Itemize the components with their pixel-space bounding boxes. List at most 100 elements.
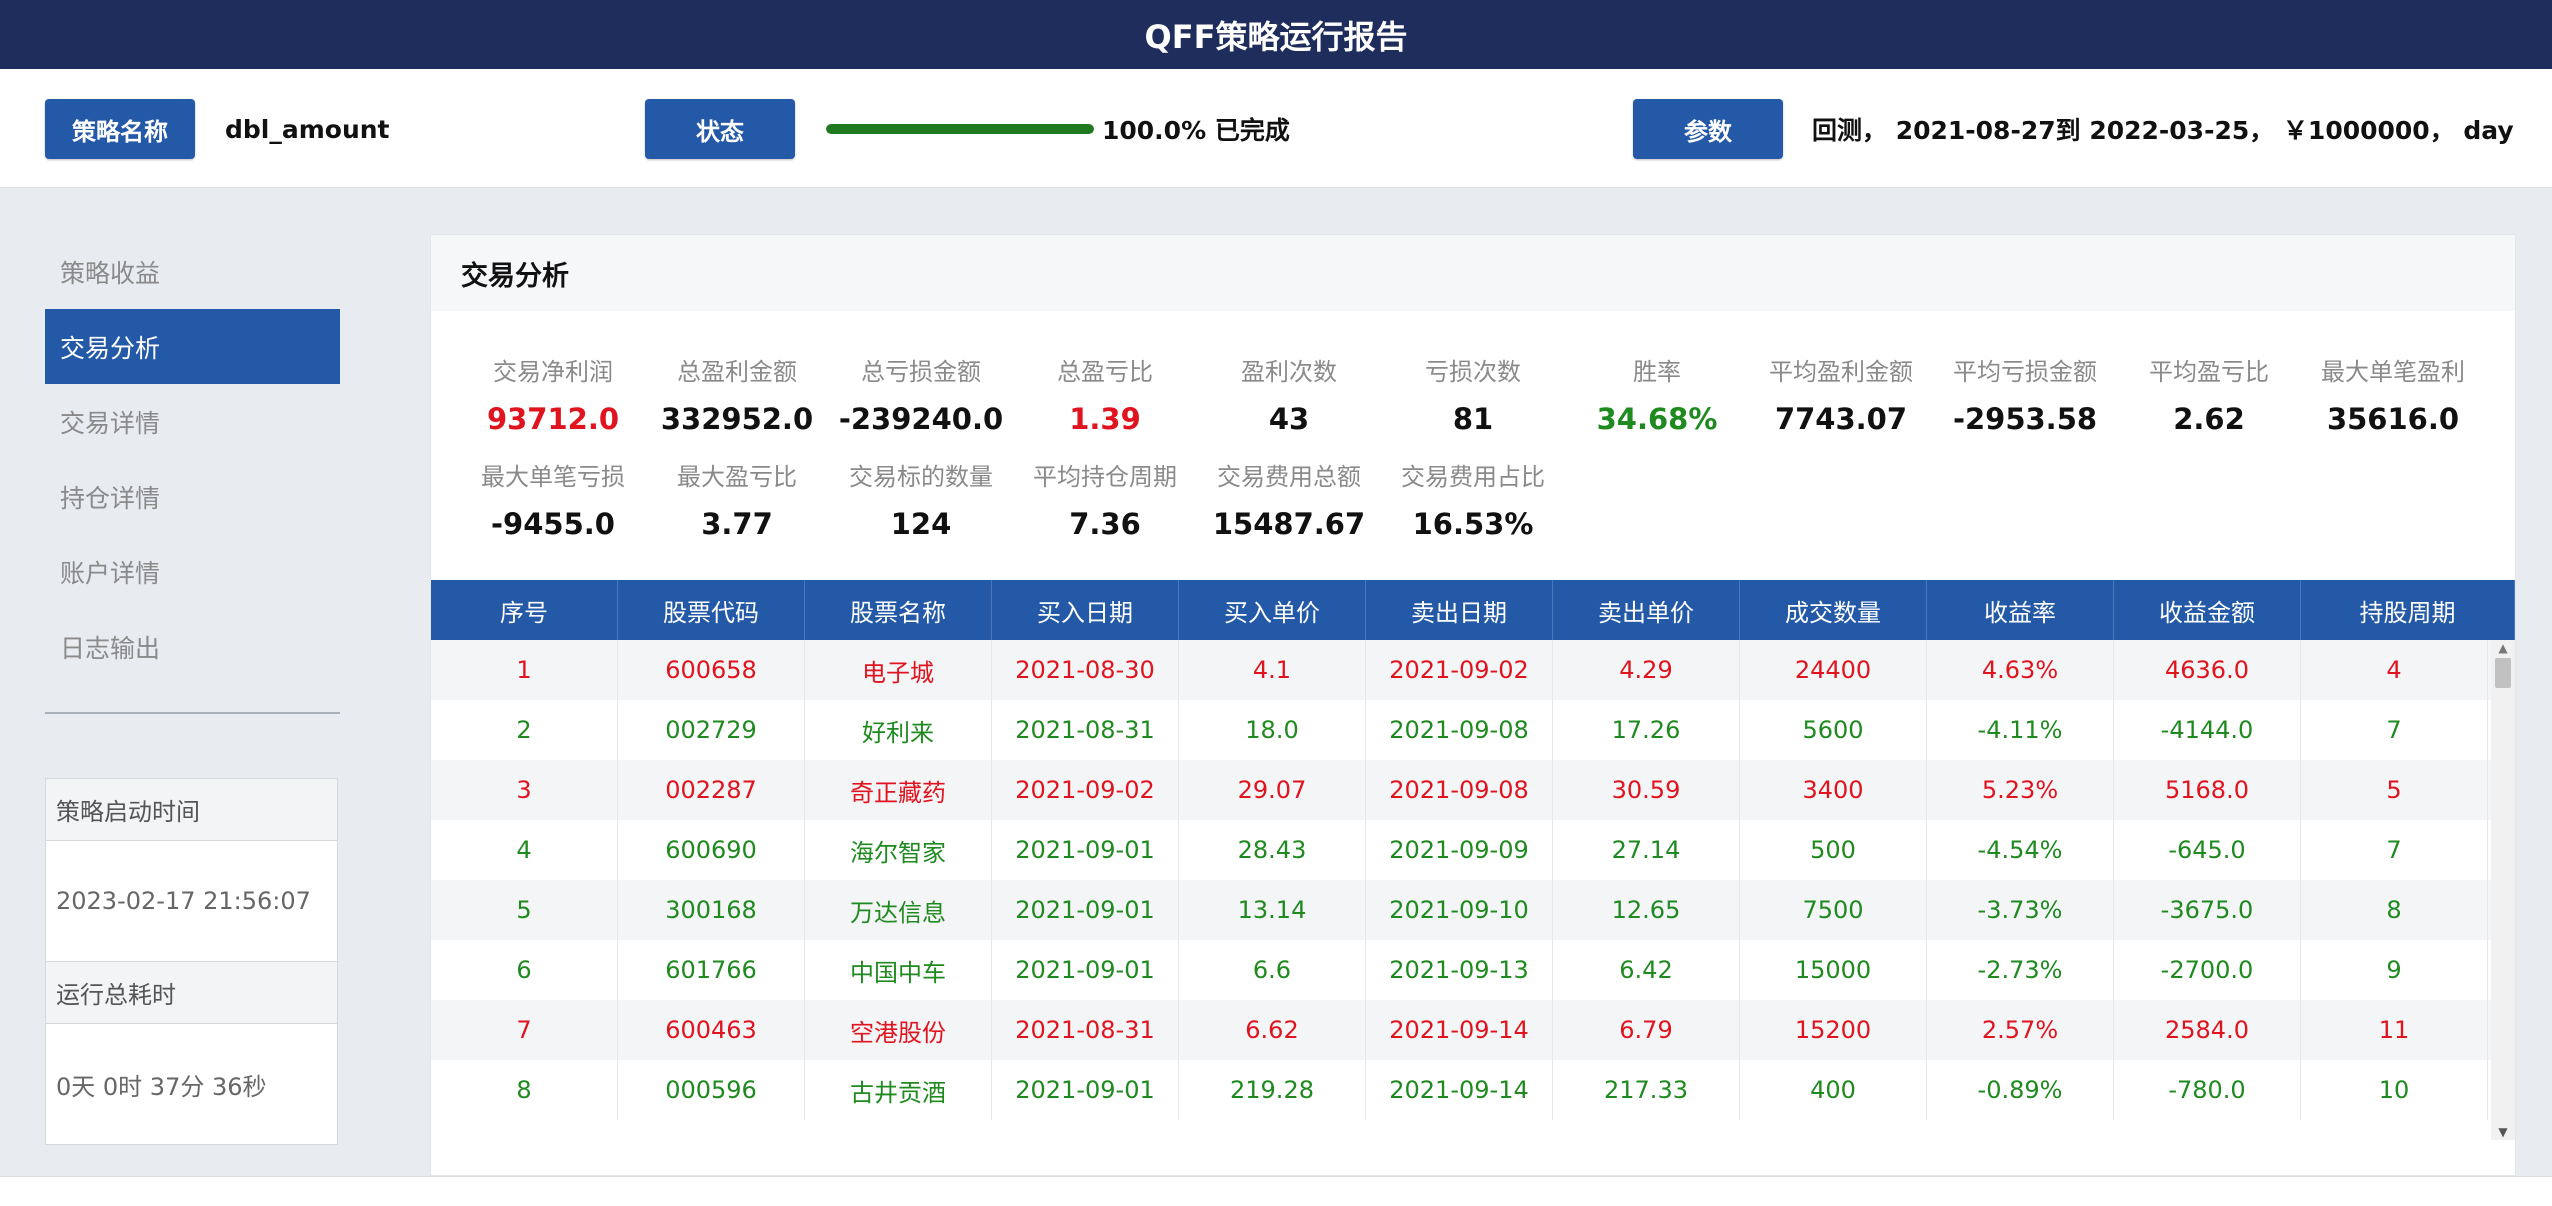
duration-box: 运行总耗时 0天 0时 37分 36秒 [45, 961, 338, 1145]
table-cell: -0.89% [1927, 1060, 2114, 1120]
table-row[interactable]: 2 002729 好利来 2021-08-31 18.0 2021-09-08 17.26 5… [431, 700, 2491, 760]
table-cell: 2021-08-30 [992, 640, 1179, 700]
scroll-down-arrow-icon[interactable]: ▼ [2491, 1124, 2515, 1140]
table-cell: 13.14 [1179, 880, 1366, 940]
table-row[interactable]: 3 002287 奇正藏药 2021-09-02 29.07 2021-09-08 30.5… [431, 760, 2491, 820]
stat-value: 34.68% [1596, 402, 1718, 436]
sidebar-item-strategy-returns[interactable]: 策略收益 [45, 234, 340, 309]
sidebar-item-position-details[interactable]: 持仓详情 [45, 459, 340, 534]
table-row[interactable]: 1 600658 电子城 2021-08-30 4.1 2021-09-02 4.29 244… [431, 640, 2491, 700]
stat-value: 7.36 [1069, 507, 1141, 541]
column-header[interactable]: 股票名称 [805, 580, 992, 640]
table-cell: 2021-09-01 [992, 940, 1179, 1000]
table-row[interactable]: 5 300168 万达信息 2021-09-01 13.14 2021-09-10 12.6… [431, 880, 2491, 940]
stat-label: 平均亏损金额 [1953, 358, 2097, 386]
stat-item: 交易费用占比 16.53% [1383, 460, 1563, 546]
table-cell: 219.28 [1179, 1060, 1366, 1120]
column-header[interactable]: 卖出日期 [1366, 580, 1553, 640]
strategy-name-value: dbl_amount [225, 114, 390, 144]
table-scrollbar[interactable]: ▲ ▼ [2491, 640, 2515, 1140]
stat-label: 亏损次数 [1425, 358, 1521, 386]
table-cell: 5600 [1740, 700, 1927, 760]
stat-item: 盈利次数 43 [1199, 355, 1379, 441]
table-cell: 7500 [1740, 880, 1927, 940]
table-cell: 5.23% [1927, 760, 2114, 820]
panel-title: 交易分析 [431, 235, 2515, 311]
sidebar-divider [45, 712, 340, 714]
stat-item: 总亏损金额 -239240.0 [831, 355, 1011, 441]
column-header[interactable]: 收益率 [1927, 580, 2114, 640]
stat-value: 15487.67 [1212, 507, 1366, 541]
table-cell: 8 [2301, 880, 2488, 940]
table-cell: 2021-09-13 [1366, 940, 1553, 1000]
table-cell: 2021-09-01 [992, 880, 1179, 940]
stat-value: 3.77 [701, 507, 773, 541]
table-cell: 24400 [1740, 640, 1927, 700]
stat-value: 43 [1268, 402, 1310, 436]
stat-label: 交易费用占比 [1401, 463, 1545, 491]
column-header[interactable]: 买入日期 [992, 580, 1179, 640]
stat-label: 交易净利润 [493, 358, 613, 386]
status-text: 100.0% 已完成 [1102, 116, 1290, 145]
stat-label: 最大盈亏比 [677, 463, 797, 491]
strategy-name-label: 策略名称 [45, 99, 195, 159]
sidebar-item-account-details[interactable]: 账户详情 [45, 534, 340, 609]
scroll-thumb[interactable] [2495, 658, 2511, 688]
page-title: QFF策略运行报告 [0, 0, 2552, 69]
stat-item: 平均亏损金额 -2953.58 [1935, 355, 2115, 441]
table-cell: -780.0 [2114, 1060, 2301, 1120]
table-cell: 7 [2301, 820, 2488, 880]
column-header[interactable]: 买入单价 [1179, 580, 1366, 640]
table-cell: 30.59 [1553, 760, 1740, 820]
table-cell: 2021-09-10 [1366, 880, 1553, 940]
sidebar-item-log-output[interactable]: 日志输出 [45, 609, 340, 684]
table-cell: -4.11% [1927, 700, 2114, 760]
table-row[interactable]: 4 600690 海尔智家 2021-09-01 28.43 2021-09-09 27.1… [431, 820, 2491, 880]
stat-item: 交易费用总额 15487.67 [1199, 460, 1379, 546]
params-text: 回测， 2021-08-27到 2022-03-25， ￥1000000， da… [1812, 116, 2514, 145]
table-header: 序号 股票代码 股票名称 买入日期 买入单价 卖出日期 卖出单价 成交数量 收益率 收益金额 持股周… [431, 580, 2515, 640]
stat-item: 平均持仓周期 7.36 [1015, 460, 1195, 546]
stat-value: 124 [890, 507, 952, 541]
scroll-up-arrow-icon[interactable]: ▲ [2491, 640, 2515, 656]
table-cell: 空港股份 [805, 1000, 992, 1060]
table-cell: 2021-08-31 [992, 700, 1179, 760]
stat-label: 总盈亏比 [1057, 358, 1153, 386]
sidebar-item-trade-details[interactable]: 交易详情 [45, 384, 340, 459]
duration-label: 运行总耗时 [46, 962, 337, 1024]
table-row[interactable]: 8 000596 古井贡酒 2021-09-01 219.28 2021-09-14 217… [431, 1060, 2491, 1120]
table-cell: 2021-09-08 [1366, 760, 1553, 820]
sidebar-item-trade-analysis[interactable]: 交易分析 [45, 309, 340, 384]
stat-value: -2953.58 [1952, 402, 2098, 436]
table-cell: 4636.0 [2114, 640, 2301, 700]
status-label: 状态 [645, 99, 795, 159]
table-row[interactable]: 7 600463 空港股份 2021-08-31 6.62 2021-09-14 6.79 1… [431, 1000, 2491, 1060]
table-cell: 6 [431, 940, 618, 1000]
table-cell: 2021-09-14 [1366, 1000, 1553, 1060]
table-cell: 万达信息 [805, 880, 992, 940]
column-header[interactable]: 卖出单价 [1553, 580, 1740, 640]
column-header[interactable]: 持股周期 [2301, 580, 2515, 640]
start-time-box: 策略启动时间 2023-02-17 21:56:07 [45, 778, 338, 962]
stat-item: 亏损次数 81 [1383, 355, 1563, 441]
column-header[interactable]: 成交数量 [1740, 580, 1927, 640]
table-cell: 3 [431, 760, 618, 820]
table-cell: 电子城 [805, 640, 992, 700]
table-cell: 4.63% [1927, 640, 2114, 700]
duration-value: 0天 0时 37分 36秒 [56, 1072, 267, 1101]
table-cell: 5 [431, 880, 618, 940]
column-header[interactable]: 序号 [431, 580, 618, 640]
table-cell: 中国中车 [805, 940, 992, 1000]
column-header[interactable]: 股票代码 [618, 580, 805, 640]
table-cell: 5 [2301, 760, 2488, 820]
stat-label: 总盈利金额 [677, 358, 797, 386]
params-label: 参数 [1633, 99, 1783, 159]
table-cell: 海尔智家 [805, 820, 992, 880]
table-cell: 600658 [618, 640, 805, 700]
stat-label: 平均盈利金额 [1769, 358, 1913, 386]
column-header[interactable]: 收益金额 [2114, 580, 2301, 640]
table-row[interactable]: 6 601766 中国中车 2021-09-01 6.6 2021-09-13 6.42 15… [431, 940, 2491, 1000]
table-cell: 6.79 [1553, 1000, 1740, 1060]
progress-bar [826, 124, 1094, 134]
stat-value: -9455.0 [491, 507, 615, 541]
